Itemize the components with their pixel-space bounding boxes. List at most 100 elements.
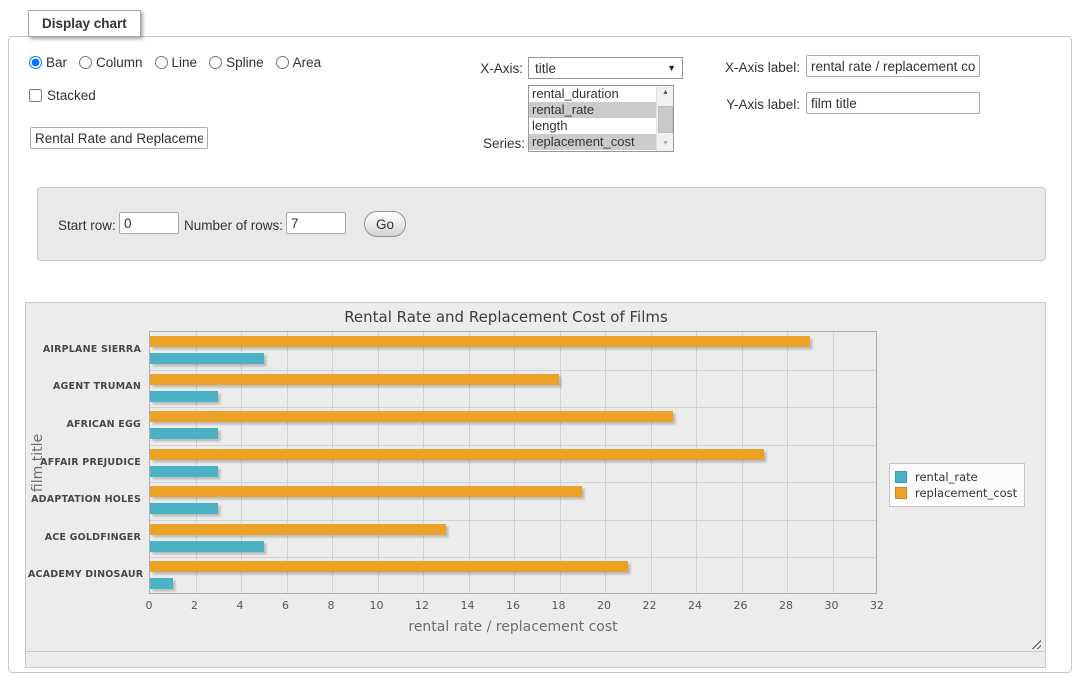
x-axis-label-input[interactable]	[806, 55, 980, 77]
legend-swatch	[895, 487, 907, 499]
x-axis-select[interactable]: title ▼	[528, 57, 683, 79]
bar-replacement-cost	[150, 486, 582, 497]
gridline-horizontal	[150, 445, 876, 446]
series-multiselect[interactable]: rental_durationrental_ratelengthreplacem…	[528, 85, 674, 152]
chart-panel: Rental Rate and Replacement Cost of Film…	[25, 302, 1046, 668]
gridline-vertical	[378, 332, 379, 593]
gridline-vertical	[787, 332, 788, 593]
chart-type-option-bar[interactable]: Bar	[29, 55, 67, 70]
go-button[interactable]: Go	[364, 211, 406, 237]
start-row-label: Start row:	[58, 218, 116, 233]
x-tick-label: 20	[588, 599, 620, 612]
legend-item-replacement_cost: replacement_cost	[895, 486, 1017, 500]
bar-rental-rate	[150, 541, 264, 552]
chart-type-label: Spline	[226, 55, 264, 70]
category-label: AFFAIR PREJUDICE	[28, 457, 141, 468]
x-tick-label: 18	[543, 599, 575, 612]
legend-label: replacement_cost	[915, 486, 1017, 500]
gridline-vertical	[287, 332, 288, 593]
stacked-row: Stacked	[29, 88, 96, 103]
x-axis-selected-value: title	[535, 61, 556, 76]
gridline-vertical	[514, 332, 515, 593]
gridline-horizontal	[150, 370, 876, 371]
chart-type-radio-area[interactable]	[276, 56, 289, 69]
chart-type-radio-line[interactable]	[155, 56, 168, 69]
bar-rental-rate	[150, 353, 264, 364]
chart-type-option-spline[interactable]: Spline	[209, 55, 264, 70]
bar-replacement-cost	[150, 336, 810, 347]
gridline-vertical	[833, 332, 834, 593]
x-tick-label: 0	[133, 599, 165, 612]
series-option-rental_duration[interactable]: rental_duration	[529, 86, 658, 102]
y-axis-label-caption: Y-Axis label:	[695, 97, 800, 112]
x-axis-label-caption: X-Axis label:	[695, 60, 800, 75]
bar-rental-rate	[150, 503, 218, 514]
x-tick-label: 30	[816, 599, 848, 612]
chart-title-input[interactable]	[30, 127, 208, 149]
x-tick-label: 2	[179, 599, 211, 612]
series-option-length[interactable]: length	[529, 118, 658, 134]
legend-swatch	[895, 471, 907, 483]
start-row-input[interactable]	[119, 212, 179, 234]
series-scrollbar[interactable]: ▲ ▼	[656, 86, 673, 151]
chart-type-label: Area	[293, 55, 322, 70]
x-tick-label: 4	[224, 599, 256, 612]
chart-title: Rental Rate and Replacement Cost of Film…	[26, 308, 986, 326]
display-chart-app: Display chart Bar Column Line Spline Area St…	[0, 0, 1081, 681]
scroll-down-icon[interactable]: ▼	[657, 137, 674, 151]
series-select-label: Series:	[430, 136, 525, 151]
chart-type-option-area[interactable]: Area	[276, 55, 322, 70]
scroll-up-icon[interactable]: ▲	[657, 86, 674, 100]
category-label: ADAPTATION HOLES	[28, 494, 141, 505]
chart-type-option-column[interactable]: Column	[79, 55, 143, 70]
bar-replacement-cost	[150, 524, 446, 535]
chart-type-option-line[interactable]: Line	[155, 55, 198, 70]
series-options: rental_durationrental_ratelengthreplacem…	[529, 86, 673, 150]
gridline-horizontal	[150, 482, 876, 483]
x-tick-label: 24	[679, 599, 711, 612]
series-option-replacement_cost[interactable]: replacement_cost	[529, 134, 658, 150]
bar-rental-rate	[150, 578, 173, 589]
gridline-vertical	[241, 332, 242, 593]
bar-rental-rate	[150, 391, 218, 402]
category-label: ACADEMY DINOSAUR	[28, 569, 141, 580]
y-axis-label-input[interactable]	[806, 92, 980, 114]
gridline-horizontal	[150, 520, 876, 521]
stacked-checkbox[interactable]	[29, 89, 42, 102]
fieldset-legend: Display chart	[28, 10, 141, 37]
gridline-vertical	[196, 332, 197, 593]
legend-item-rental_rate: rental_rate	[895, 470, 1017, 484]
bar-replacement-cost	[150, 561, 628, 572]
legend-label: rental_rate	[915, 470, 978, 484]
bar-replacement-cost	[150, 374, 559, 385]
scrollbar-thumb[interactable]	[658, 106, 673, 133]
chevron-down-icon: ▼	[667, 63, 676, 73]
chart-x-axis-title: rental rate / replacement cost	[149, 619, 877, 635]
chart-type-radio-spline[interactable]	[209, 56, 222, 69]
chart-type-radio-group: Bar Column Line Spline Area	[29, 55, 333, 70]
x-tick-label: 6	[270, 599, 302, 612]
gridline-vertical	[332, 332, 333, 593]
chart-type-radio-bar[interactable]	[29, 56, 42, 69]
series-option-rental_rate[interactable]: rental_rate	[529, 102, 658, 118]
stacked-label: Stacked	[47, 88, 96, 103]
x-axis-select-label: X-Axis:	[430, 61, 523, 76]
chart-type-label: Bar	[46, 55, 67, 70]
gridline-vertical	[423, 332, 424, 593]
chart-type-label: Line	[172, 55, 198, 70]
x-tick-label: 22	[634, 599, 666, 612]
bar-replacement-cost	[150, 411, 673, 422]
gridline-vertical	[696, 332, 697, 593]
gridline-horizontal	[150, 557, 876, 558]
number-of-rows-input[interactable]	[286, 212, 346, 234]
x-tick-label: 26	[725, 599, 757, 612]
x-tick-label: 32	[861, 599, 893, 612]
chart-type-label: Column	[96, 55, 143, 70]
category-label: AFRICAN EGG	[28, 419, 141, 430]
gridline-vertical	[742, 332, 743, 593]
gridline-vertical	[560, 332, 561, 593]
bar-replacement-cost	[150, 449, 764, 460]
number-of-rows-label: Number of rows:	[184, 218, 283, 233]
x-tick-label: 12	[406, 599, 438, 612]
chart-type-radio-column[interactable]	[79, 56, 92, 69]
